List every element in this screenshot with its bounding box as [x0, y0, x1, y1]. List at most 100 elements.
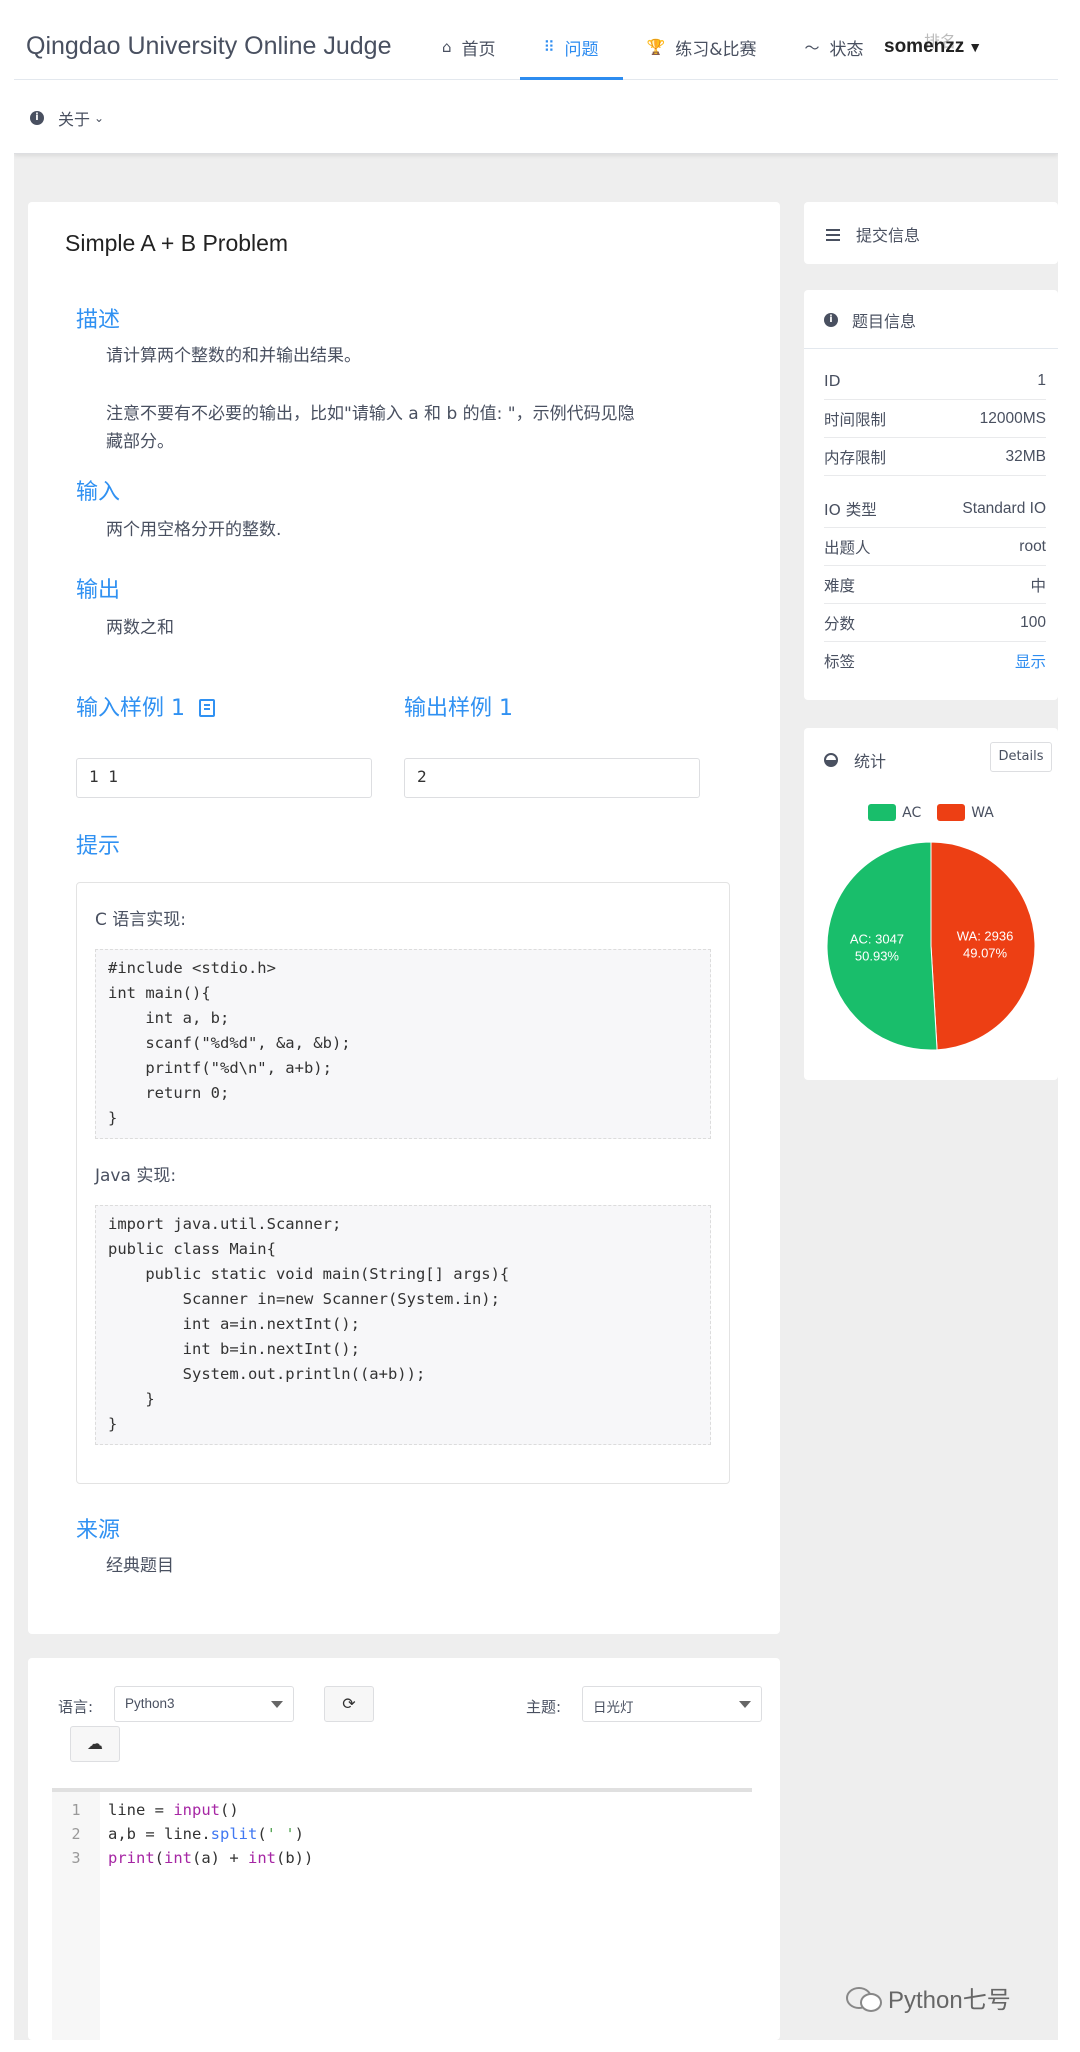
chart-legend: AC WA — [804, 804, 1058, 821]
code-editor-panel: 语言: Python3 ⟳ 主题: 日光灯 ☁ 1 2 3 line = inp… — [28, 1658, 780, 2040]
pie-percent-wa: 49.07% — [963, 945, 1008, 960]
grid-icon: ⠿ — [543, 38, 555, 56]
problem-info-header: i 题目信息 — [824, 308, 916, 332]
problem-panel: Simple A + B Problem 描述 请计算两个整数的和并输出结果。 … — [28, 202, 780, 1634]
info-row-time-limit: 时间限制 12000MS — [824, 400, 1046, 438]
menu-icon — [826, 229, 840, 241]
nav-home-label: 首页 — [461, 39, 496, 60]
nav-problems[interactable]: ⠿ 问题 — [519, 14, 623, 80]
upload-button[interactable]: ☁ — [70, 1726, 120, 1762]
legend-item-ac[interactable]: AC — [868, 804, 921, 821]
reset-button[interactable]: ⟳ — [324, 1686, 374, 1722]
source-heading: 来源 — [76, 1518, 121, 1543]
watermark-text: Python七号 — [888, 1987, 1011, 2014]
nav-contests-label: 练习&比赛 — [675, 39, 757, 60]
problem-title: Simple A + B Problem — [65, 230, 289, 256]
code-line-3: print(int(a) + int(b)) — [108, 1849, 314, 1867]
statistics-card: 统计 Details AC WA WA: 2936 49.07% AC: 3047 5… — [804, 728, 1058, 1080]
description-heading: 描述 — [76, 308, 121, 333]
copy-icon[interactable] — [199, 699, 215, 717]
divider — [804, 348, 1058, 349]
nav-status-label: 状态 — [829, 39, 864, 60]
java-code-block: import java.util.Scanner; public class M… — [95, 1205, 711, 1445]
cloud-upload-icon: ☁ — [87, 1734, 103, 1753]
sample-output-box: 2 — [404, 758, 700, 798]
legend-swatch-wa — [937, 804, 966, 821]
info-key: 难度 — [824, 576, 856, 595]
trophy-icon: 🏆 — [646, 38, 666, 56]
info-row-score: 分数 100 — [824, 604, 1046, 642]
info-row-tags: 标签 显示 — [824, 642, 1046, 680]
info-value: 中 — [1030, 577, 1046, 595]
chevron-down-icon: ⌄ — [94, 111, 105, 125]
input-heading: 输入 — [76, 480, 121, 505]
language-value: Python3 — [125, 1696, 175, 1711]
home-icon: ⌂ — [442, 38, 452, 56]
top-header: Qingdao University Online Judge ⌂ 首页 ⠿ 问… — [14, 14, 1058, 154]
wechat-icon — [846, 1985, 882, 2012]
sample-input-heading: 输入样例 1 — [76, 690, 215, 722]
info-key: 分数 — [824, 614, 856, 633]
info-row-io-type: IO 类型 Standard IO — [824, 490, 1046, 528]
description-text-2a: 注意不要有不必要的输出，比如"请输入 a 和 b 的值: "，示例代码见隐 — [106, 404, 635, 424]
statistics-header: 统计 — [824, 748, 886, 772]
nav-home[interactable]: ⌂ 首页 — [418, 14, 520, 80]
nav-status[interactable]: 〜 状态 — [780, 14, 887, 80]
submissions-card[interactable]: 提交信息 — [804, 202, 1058, 264]
about-menu[interactable]: i 关于 ⌄ — [30, 106, 104, 130]
main-nav: ⌂ 首页 ⠿ 问题 🏆 练习&比赛 〜 状态 — [418, 14, 888, 80]
source-text: 经典题目 — [106, 1556, 174, 1576]
legend-item-wa[interactable]: WA — [937, 804, 994, 821]
pie-percent-ac: 50.93% — [855, 949, 900, 964]
theme-value: 日光灯 — [593, 1700, 634, 1715]
sample-input-box: 1 1 — [76, 758, 372, 798]
info-icon: i — [824, 313, 838, 327]
problem-info-card: i 题目信息 ID 1 时间限制 12000MS 内存限制 32MB IO 类型… — [804, 290, 1058, 700]
submissions-link[interactable]: 提交信息 — [826, 222, 920, 246]
problem-info-title: 题目信息 — [852, 312, 917, 331]
caret-down-icon: ▼ — [968, 39, 983, 55]
description-text-2b: 藏部分。 — [106, 432, 174, 452]
nav-problems-label: 问题 — [564, 39, 599, 60]
statistics-title: 统计 — [854, 752, 887, 771]
line-number: 2 — [71, 1825, 81, 1843]
output-text: 两数之和 — [106, 618, 174, 638]
about-label: 关于 — [58, 110, 91, 129]
theme-label: 主题: — [526, 1698, 562, 1716]
info-key: 内存限制 — [824, 448, 887, 467]
refresh-icon: ⟳ — [342, 1694, 356, 1713]
info-row-difficulty: 难度 中 — [824, 566, 1046, 604]
line-number-gutter: 1 2 3 — [52, 1792, 100, 2040]
theme-select[interactable]: 日光灯 — [582, 1686, 762, 1722]
site-brand[interactable]: Qingdao University Online Judge — [26, 32, 391, 61]
username: somenzz — [884, 36, 965, 57]
show-tags-link[interactable]: 显示 — [1015, 650, 1046, 672]
info-key: ID — [824, 371, 841, 390]
info-value: root — [1019, 537, 1046, 555]
info-value: 12000MS — [979, 409, 1046, 427]
legend-label-ac: AC — [902, 804, 922, 821]
info-row-memory-limit: 内存限制 32MB — [824, 438, 1046, 476]
info-value: 1 — [1037, 371, 1046, 389]
code-line-2: a,b = line.split(' ') — [108, 1825, 305, 1843]
c-code-block: #include <stdio.h> int main(){ int a, b;… — [95, 949, 711, 1139]
info-row-author: 出题人 root — [824, 528, 1046, 566]
info-row-id: ID 1 — [824, 362, 1046, 400]
code-editor[interactable]: 1 2 3 line = input() a,b = line.split(' '… — [52, 1788, 752, 2040]
watermark: Python七号 — [846, 1980, 1011, 2015]
language-label: 语言: — [58, 1698, 94, 1716]
details-button[interactable]: Details — [990, 742, 1052, 772]
editor-code[interactable]: line = input() a,b = line.split(' ') print… — [108, 1798, 313, 1870]
language-select[interactable]: Python3 — [114, 1686, 294, 1722]
nav-contests[interactable]: 🏆 练习&比赛 — [623, 14, 781, 80]
pie-chart: WA: 2936 49.07% AC: 3047 50.93% — [826, 841, 1036, 1051]
info-key: 标签 — [824, 653, 856, 671]
input-text: 两个用空格分开的整数. — [106, 520, 282, 540]
info-value: 32MB — [1005, 447, 1047, 465]
legend-label-wa: WA — [971, 804, 994, 821]
user-menu[interactable]: somenzz ▼ — [884, 36, 982, 58]
hint-heading: 提示 — [76, 834, 121, 859]
c-impl-label: C 语言实现: — [95, 910, 187, 930]
description-text-1: 请计算两个整数的和并输出结果。 — [106, 346, 361, 366]
info-value: 100 — [1020, 613, 1046, 631]
